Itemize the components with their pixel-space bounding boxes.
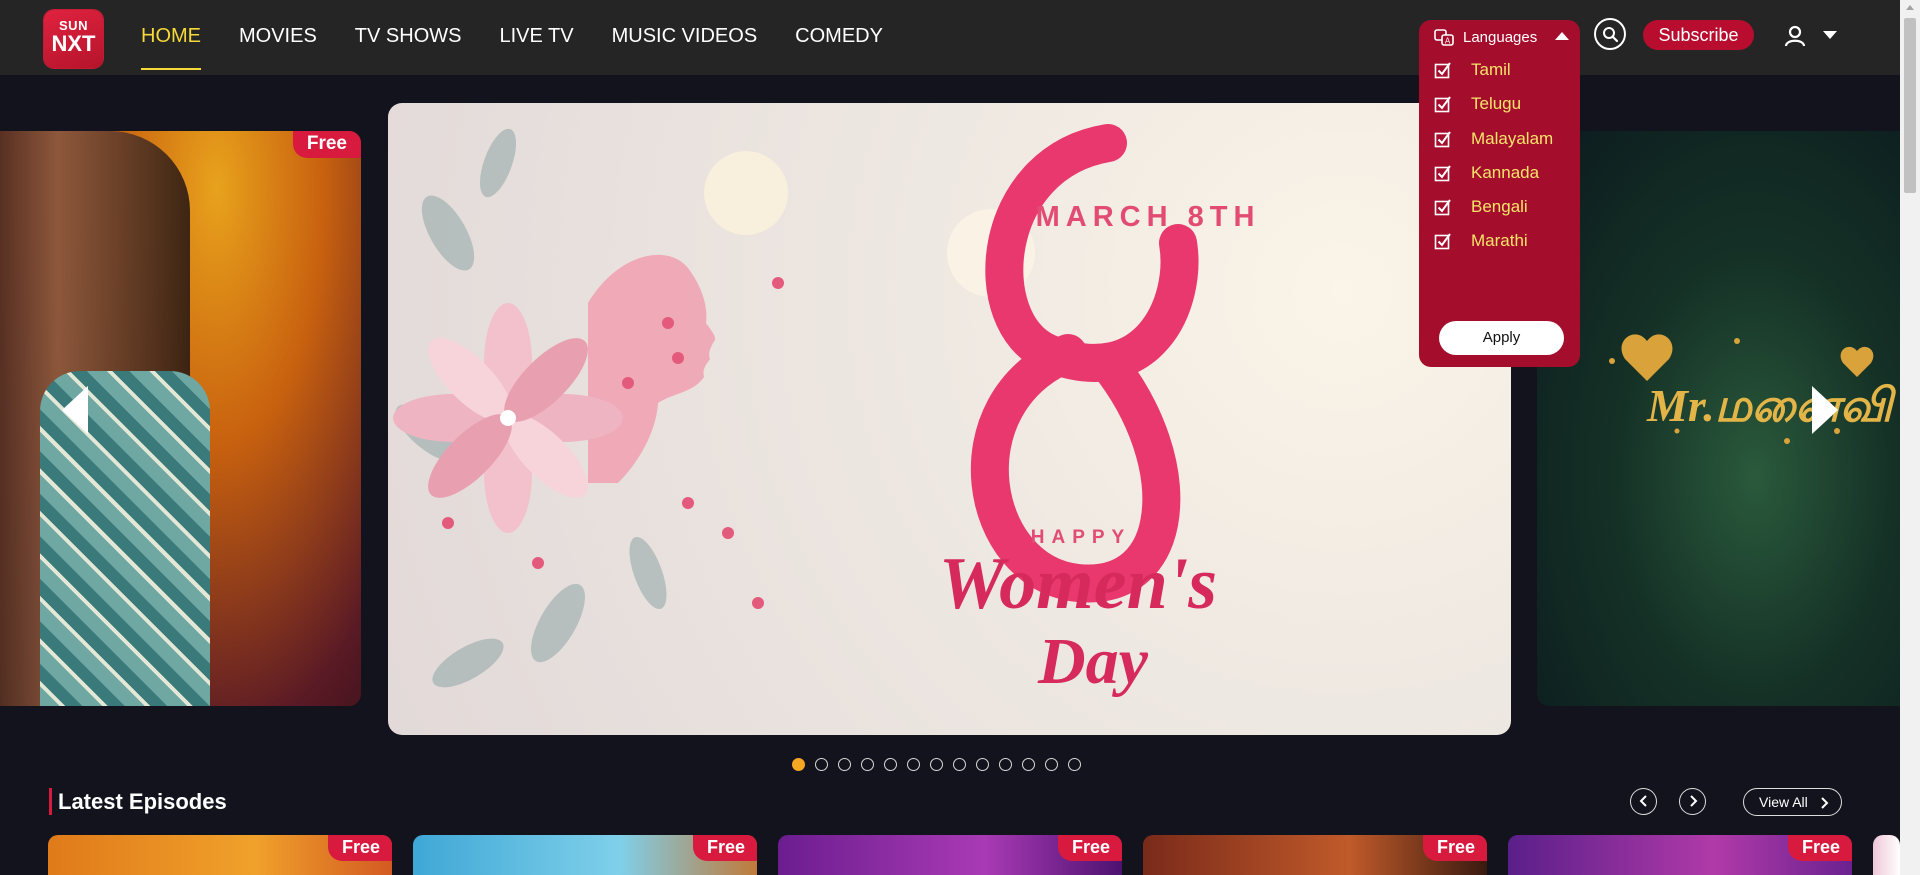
language-name: Telugu <box>1471 94 1522 113</box>
languages-toggle[interactable]: A Languages <box>1419 20 1580 54</box>
episode-card[interactable] <box>1873 835 1900 875</box>
section-title-latest-episodes: Latest Episodes <box>49 788 227 815</box>
language-name: Malayalam <box>1471 129 1554 148</box>
sunnxt-logo[interactable]: SUN NXT <box>44 10 103 68</box>
episode-card[interactable]: Free <box>413 835 757 875</box>
carousel-dot[interactable] <box>838 758 851 771</box>
carousel-prev-arrow-icon[interactable] <box>62 386 88 434</box>
nav-item-movies[interactable]: MOVIES <box>239 0 317 75</box>
checkbox-checked-icon[interactable] <box>1434 232 1452 250</box>
checkbox-checked-icon[interactable] <box>1434 130 1452 148</box>
hero-slide-next[interactable]: Mr.மனைவி <box>1537 131 1900 706</box>
languages-dropdown: A Languages Tamil Telugu Malayalam Kannada B… <box>1419 20 1580 367</box>
latest-next-button[interactable] <box>1679 788 1706 815</box>
carousel-dot[interactable] <box>815 758 828 771</box>
language-option-malayalam[interactable]: Malayalam <box>1434 125 1574 153</box>
episode-card[interactable]: Free <box>1143 835 1487 875</box>
chevron-left-icon <box>1639 795 1647 807</box>
carousel-dot[interactable] <box>1022 758 1035 771</box>
free-badge: Free <box>692 835 757 861</box>
carousel-dot[interactable] <box>792 758 805 771</box>
carousel-dot[interactable] <box>953 758 966 771</box>
chevron-right-icon <box>1821 797 1829 809</box>
carousel-dot[interactable] <box>861 758 874 771</box>
language-name: Tamil <box>1471 60 1511 79</box>
free-badge: Free <box>327 835 392 861</box>
hero-slide-current[interactable]: MARCH 8TH HAPPY Women's Day <box>388 103 1511 735</box>
womens-day-banner-art: MARCH 8TH HAPPY Women's Day <box>393 124 1261 698</box>
nav-item-comedy[interactable]: COMEDY <box>795 0 883 75</box>
carousel-dot[interactable] <box>999 758 1012 771</box>
hero-slide-previous[interactable]: Free <box>0 131 361 706</box>
nav-item-tv-shows[interactable]: TV SHOWS <box>355 0 462 75</box>
search-icon <box>1603 27 1619 43</box>
free-badge: Free <box>1422 835 1487 861</box>
caret-up-icon <box>1555 32 1569 40</box>
language-option-bengali[interactable]: Bengali <box>1434 193 1574 221</box>
free-badge: Free <box>1787 835 1852 861</box>
slide-next-title: Mr.மனைவி <box>1646 380 1897 431</box>
carousel-pagination <box>792 758 1091 771</box>
language-name: Bengali <box>1471 197 1528 216</box>
chevron-right-icon <box>1690 795 1698 807</box>
language-translate-icon: A <box>1434 29 1454 46</box>
svg-text:A: A <box>1445 37 1451 46</box>
language-option-marathi[interactable]: Marathi <box>1434 227 1574 255</box>
checkbox-checked-icon[interactable] <box>1434 95 1452 113</box>
language-name: Marathi <box>1471 231 1528 250</box>
checkbox-checked-icon[interactable] <box>1434 61 1452 79</box>
checkbox-checked-icon[interactable] <box>1434 164 1452 182</box>
episode-card[interactable]: Free <box>778 835 1122 875</box>
scrollbar-thumb[interactable] <box>1904 18 1916 193</box>
search-button[interactable] <box>1594 18 1626 50</box>
carousel-dot[interactable] <box>1045 758 1058 771</box>
top-header: SUN NXT HOME MOVIES TV SHOWS LIVE TV MUSIC V… <box>0 0 1900 75</box>
user-icon[interactable] <box>1784 25 1806 47</box>
logo-line2: NXT <box>51 31 96 56</box>
page-scrollbar[interactable] <box>1900 0 1920 875</box>
subscribe-button[interactable]: Subscribe <box>1643 20 1754 50</box>
view-all-label: View All <box>1759 794 1808 810</box>
latest-prev-button[interactable] <box>1630 788 1657 815</box>
scroll-up-arrow-icon[interactable] <box>1906 5 1914 10</box>
view-all-button[interactable]: View All <box>1743 788 1842 816</box>
banner-date: MARCH 8TH <box>1036 201 1261 233</box>
checkbox-checked-icon[interactable] <box>1434 198 1452 216</box>
nav-item-home[interactable]: HOME <box>141 0 201 75</box>
language-option-telugu[interactable]: Telugu <box>1434 90 1574 118</box>
free-badge: Free <box>292 131 361 158</box>
episode-card[interactable]: Free <box>1508 835 1852 875</box>
carousel-dot[interactable] <box>930 758 943 771</box>
carousel-dot[interactable] <box>907 758 920 771</box>
carousel-dot[interactable] <box>884 758 897 771</box>
nav-item-music-videos[interactable]: MUSIC VIDEOS <box>612 0 758 75</box>
language-option-kannada[interactable]: Kannada <box>1434 159 1574 187</box>
banner-womens: Women's <box>939 543 1217 625</box>
apply-button[interactable]: Apply <box>1439 321 1564 355</box>
free-badge: Free <box>1057 835 1122 861</box>
carousel-dot[interactable] <box>1068 758 1081 771</box>
languages-label: Languages <box>1463 29 1538 46</box>
language-name: Kannada <box>1471 163 1540 182</box>
user-menu-caret-icon[interactable] <box>1823 31 1837 39</box>
carousel-dot[interactable] <box>976 758 989 771</box>
carousel-next-arrow-icon[interactable] <box>1812 386 1838 434</box>
episode-card[interactable]: Free <box>48 835 392 875</box>
language-option-tamil[interactable]: Tamil <box>1434 56 1574 84</box>
nav-item-live-tv[interactable]: LIVE TV <box>499 0 573 75</box>
main-nav: HOME MOVIES TV SHOWS LIVE TV MUSIC VIDEOS COM… <box>141 0 921 75</box>
slide-next-art: Mr.மனைவி <box>1609 334 1897 444</box>
banner-day: Day <box>1037 625 1149 698</box>
